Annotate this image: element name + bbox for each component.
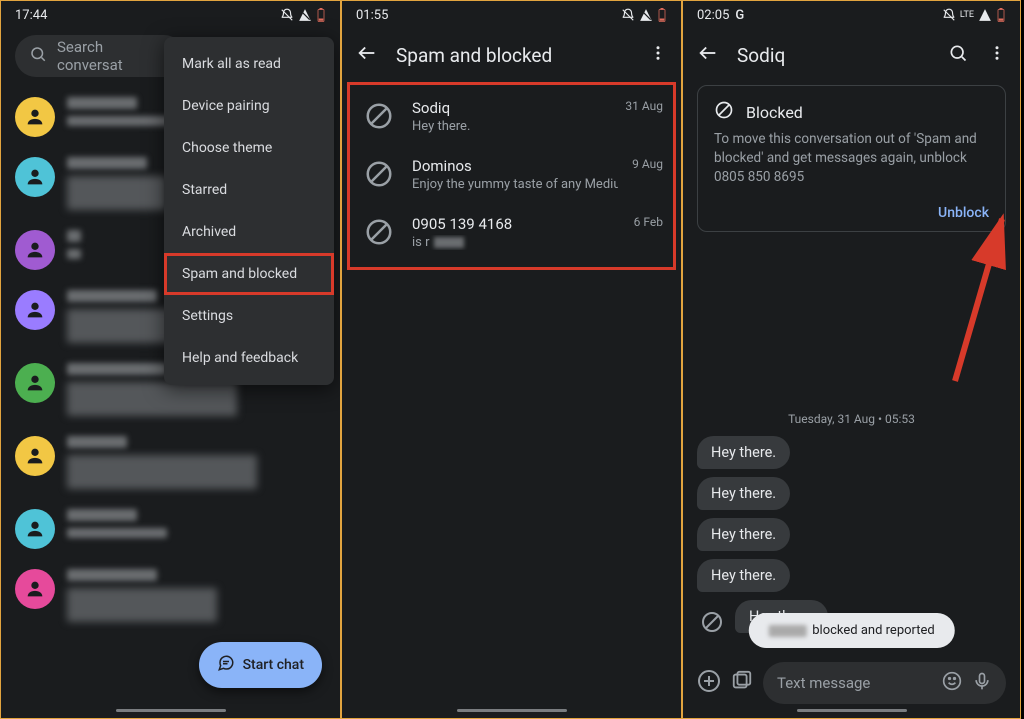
conversation-item[interactable] (1, 426, 340, 499)
message-bubble[interactable]: Hey there. (697, 436, 790, 469)
status-bar: 17:44 (1, 1, 340, 29)
menu-device-pairing[interactable]: Device pairing (164, 85, 334, 127)
back-icon[interactable] (697, 42, 719, 68)
avatar (15, 436, 55, 476)
signal-icon (639, 8, 653, 22)
start-chat-fab[interactable]: Start chat (199, 642, 322, 688)
dnd-icon (621, 8, 635, 22)
avatar (15, 290, 55, 330)
battery-icon (316, 8, 326, 23)
app-bar: Sodiq (683, 29, 1020, 81)
lte-label: LTE (960, 10, 974, 20)
message-preview: Enjoy the yummy taste of any Medium … (412, 177, 618, 192)
blocked-list-highlight: Sodiq Hey there. 31 Aug Dominos Enjoy th… (348, 83, 675, 269)
item-date: 31 Aug (625, 97, 663, 113)
battery-icon (996, 8, 1006, 23)
blocked-item-dominos[interactable]: Dominos Enjoy the yummy taste of any Med… (352, 145, 671, 203)
phone-panel-3: 02:05 G LTE Sodiq Blocked To move this c… (682, 0, 1021, 719)
input-placeholder: Text message (777, 674, 942, 692)
composer: Text message (683, 662, 1020, 704)
message-input[interactable]: Text message (763, 662, 1006, 704)
menu-mark-all-read[interactable]: Mark all as read (164, 43, 334, 85)
unblock-button[interactable]: Unblock (714, 205, 989, 221)
status-bar: 02:05 G LTE (683, 1, 1020, 29)
conversation-item[interactable] (1, 559, 340, 632)
blocked-info-card: Blocked To move this conversation out of… (697, 85, 1006, 232)
google-indicator: G (735, 8, 744, 23)
phone-panel-1: 17:44 Search conversat Mark all as read … (0, 0, 341, 719)
fab-label: Start chat (243, 657, 304, 673)
clock: 02:05 (697, 8, 729, 23)
message-bubble[interactable]: Hey there. (697, 518, 790, 551)
block-icon (360, 213, 398, 251)
nav-bar-pill[interactable] (797, 709, 907, 712)
menu-help-feedback[interactable]: Help and feedback (164, 337, 334, 379)
search-icon[interactable] (948, 43, 968, 67)
avatar (15, 569, 55, 609)
toast-snackbar: blocked and reported (748, 613, 955, 648)
conversation-item[interactable] (1, 499, 340, 559)
blocked-item-number[interactable]: 0905 139 4168 is r 6 Feb (352, 203, 671, 261)
menu-archived[interactable]: Archived (164, 211, 334, 253)
card-title: Blocked (746, 103, 803, 122)
message-row: Hey there. (683, 516, 1020, 557)
conversation-title: Sodiq (737, 44, 930, 67)
emoji-icon[interactable] (942, 671, 962, 695)
message-row: Hey there. (683, 475, 1020, 516)
nav-bar-pill[interactable] (457, 709, 567, 712)
avatar (15, 157, 55, 197)
avatar (15, 97, 55, 137)
clock: 17:44 (15, 8, 47, 23)
battery-icon (657, 8, 667, 23)
block-icon (360, 97, 398, 135)
block-icon (697, 607, 727, 637)
search-icon (29, 45, 47, 67)
search-bar[interactable]: Search conversat (15, 35, 185, 77)
status-bar: 01:55 (342, 1, 681, 29)
message-preview: is r (412, 235, 620, 250)
card-body: To move this conversation out of 'Spam a… (714, 130, 989, 187)
message-row: Hey there. (683, 434, 1020, 475)
mic-icon[interactable] (972, 671, 992, 695)
dnd-icon (942, 8, 956, 22)
avatar (15, 509, 55, 549)
message-bubble[interactable]: Hey there. (697, 559, 790, 592)
gallery-icon[interactable] (731, 670, 753, 696)
phone-panel-2: 01:55 Spam and blocked Sodiq Hey there. … (341, 0, 682, 719)
clock: 01:55 (356, 8, 388, 23)
item-date: 9 Aug (632, 155, 663, 171)
message-row: Hey there. (683, 557, 1020, 598)
toast-text: blocked and reported (812, 623, 935, 638)
contact-name: Dominos (412, 157, 618, 175)
page-title: Spam and blocked (396, 44, 631, 67)
avatar (15, 230, 55, 270)
blocked-item-sodiq[interactable]: Sodiq Hey there. 31 Aug (352, 87, 671, 145)
date-separator: Tuesday, 31 Aug • 05:53 (683, 412, 1020, 426)
contact-name: Sodiq (412, 99, 611, 117)
overflow-menu: Mark all as read Device pairing Choose t… (164, 37, 334, 385)
overflow-icon[interactable] (649, 44, 667, 66)
app-bar: Spam and blocked (342, 29, 681, 81)
nav-bar-pill[interactable] (116, 709, 226, 712)
item-date: 6 Feb (634, 213, 663, 229)
menu-choose-theme[interactable]: Choose theme (164, 127, 334, 169)
contact-name: 0905 139 4168 (412, 215, 620, 233)
avatar (15, 363, 55, 403)
back-icon[interactable] (356, 42, 378, 68)
redacted-text (768, 625, 806, 637)
message-preview: Hey there. (412, 119, 611, 134)
overflow-icon[interactable] (988, 44, 1006, 66)
chat-icon (217, 654, 235, 676)
menu-spam-blocked[interactable]: Spam and blocked (164, 253, 334, 295)
signal-icon (298, 8, 312, 22)
menu-settings[interactable]: Settings (164, 295, 334, 337)
add-icon[interactable] (697, 669, 721, 697)
message-bubble[interactable]: Hey there. (697, 477, 790, 510)
block-icon (714, 100, 734, 124)
block-icon (360, 155, 398, 193)
search-placeholder: Search conversat (57, 38, 171, 74)
dnd-icon (280, 8, 294, 22)
menu-starred[interactable]: Starred (164, 169, 334, 211)
signal-icon (978, 8, 992, 22)
